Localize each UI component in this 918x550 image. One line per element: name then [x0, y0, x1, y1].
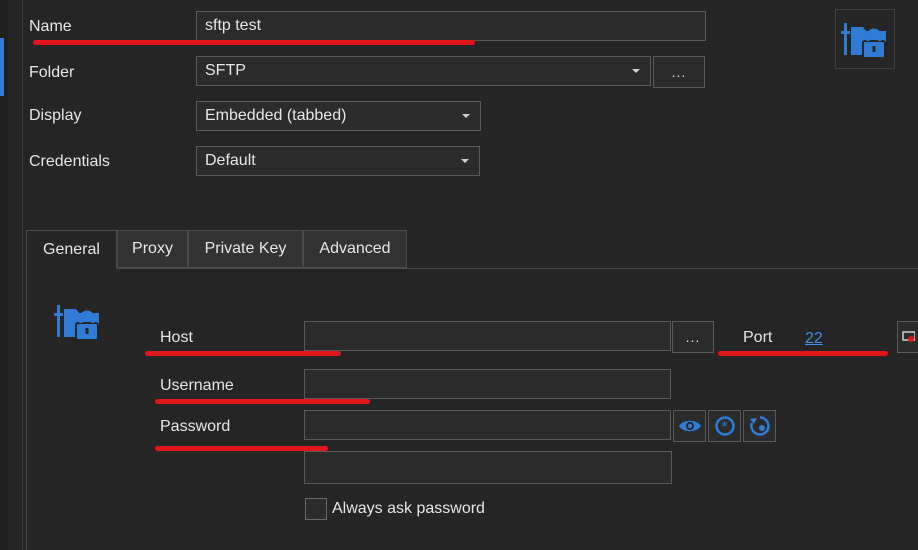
name-annotation-underline	[33, 40, 475, 45]
tab-proxy-label: Proxy	[132, 240, 173, 257]
folder-select[interactable]: SFTP	[196, 56, 651, 86]
password-label: Password	[160, 418, 231, 435]
generate-password-icon: *	[714, 416, 735, 436]
username-annotation-underline	[155, 399, 370, 404]
password-field[interactable]	[304, 410, 671, 440]
name-field-value: sftp test	[205, 17, 262, 34]
credentials-label: Credentials	[29, 153, 110, 170]
folder-browse-label: ...	[671, 64, 687, 80]
svg-text:*: *	[721, 420, 729, 435]
generate-password-button[interactable]: *	[708, 410, 741, 442]
chevron-down-icon	[461, 159, 469, 163]
port-label: Port	[743, 329, 773, 346]
port-annotation-underline	[718, 351, 888, 356]
tab-advanced[interactable]: Advanced	[303, 230, 407, 268]
password-confirm-field[interactable]	[304, 451, 672, 484]
tab-general[interactable]: General	[26, 230, 117, 269]
always-ask-password-checkbox[interactable]	[305, 498, 327, 520]
folder-browse-button[interactable]: ...	[653, 56, 705, 88]
display-label: Display	[29, 107, 82, 124]
credentials-select-value: Default	[205, 152, 256, 169]
host-label: Host	[160, 329, 193, 346]
eye-icon	[678, 420, 701, 432]
tab-general-label: General	[43, 240, 100, 258]
chevron-down-icon	[632, 69, 640, 73]
host-browse-label: ...	[685, 329, 701, 345]
panel-left-border	[26, 268, 27, 550]
display-select[interactable]: Embedded (tabbed)	[196, 101, 481, 131]
name-label: Name	[29, 18, 72, 35]
display-select-value: Embedded (tabbed)	[205, 107, 347, 124]
tabs-baseline	[26, 268, 918, 269]
left-divider	[22, 0, 23, 550]
username-field[interactable]	[304, 369, 671, 399]
monitor-icon[interactable]	[897, 321, 918, 353]
username-label: Username	[160, 377, 234, 394]
always-ask-password-label: Always ask password	[332, 500, 485, 517]
sftp-lock-folder-icon	[835, 9, 895, 69]
port-value-link[interactable]: 22	[805, 330, 823, 348]
host-field[interactable]	[304, 321, 671, 351]
tab-private-key-label: Private Key	[204, 240, 287, 257]
credentials-select[interactable]: Default	[196, 146, 480, 176]
reset-password-icon	[749, 416, 770, 436]
chevron-down-icon	[462, 114, 470, 118]
reset-password-button[interactable]	[743, 410, 776, 442]
name-field[interactable]: sftp test	[196, 11, 706, 41]
host-annotation-underline	[145, 351, 341, 356]
tab-proxy[interactable]: Proxy	[117, 230, 188, 268]
host-browse-button[interactable]: ...	[672, 321, 714, 353]
folder-label: Folder	[29, 64, 75, 81]
password-annotation-underline	[155, 446, 328, 451]
sftp-lock-folder-icon	[52, 298, 104, 344]
tab-private-key[interactable]: Private Key	[188, 230, 303, 268]
tab-advanced-label: Advanced	[319, 240, 391, 257]
left-accent	[0, 38, 4, 96]
folder-select-value: SFTP	[205, 62, 246, 79]
show-password-button[interactable]	[673, 410, 706, 442]
